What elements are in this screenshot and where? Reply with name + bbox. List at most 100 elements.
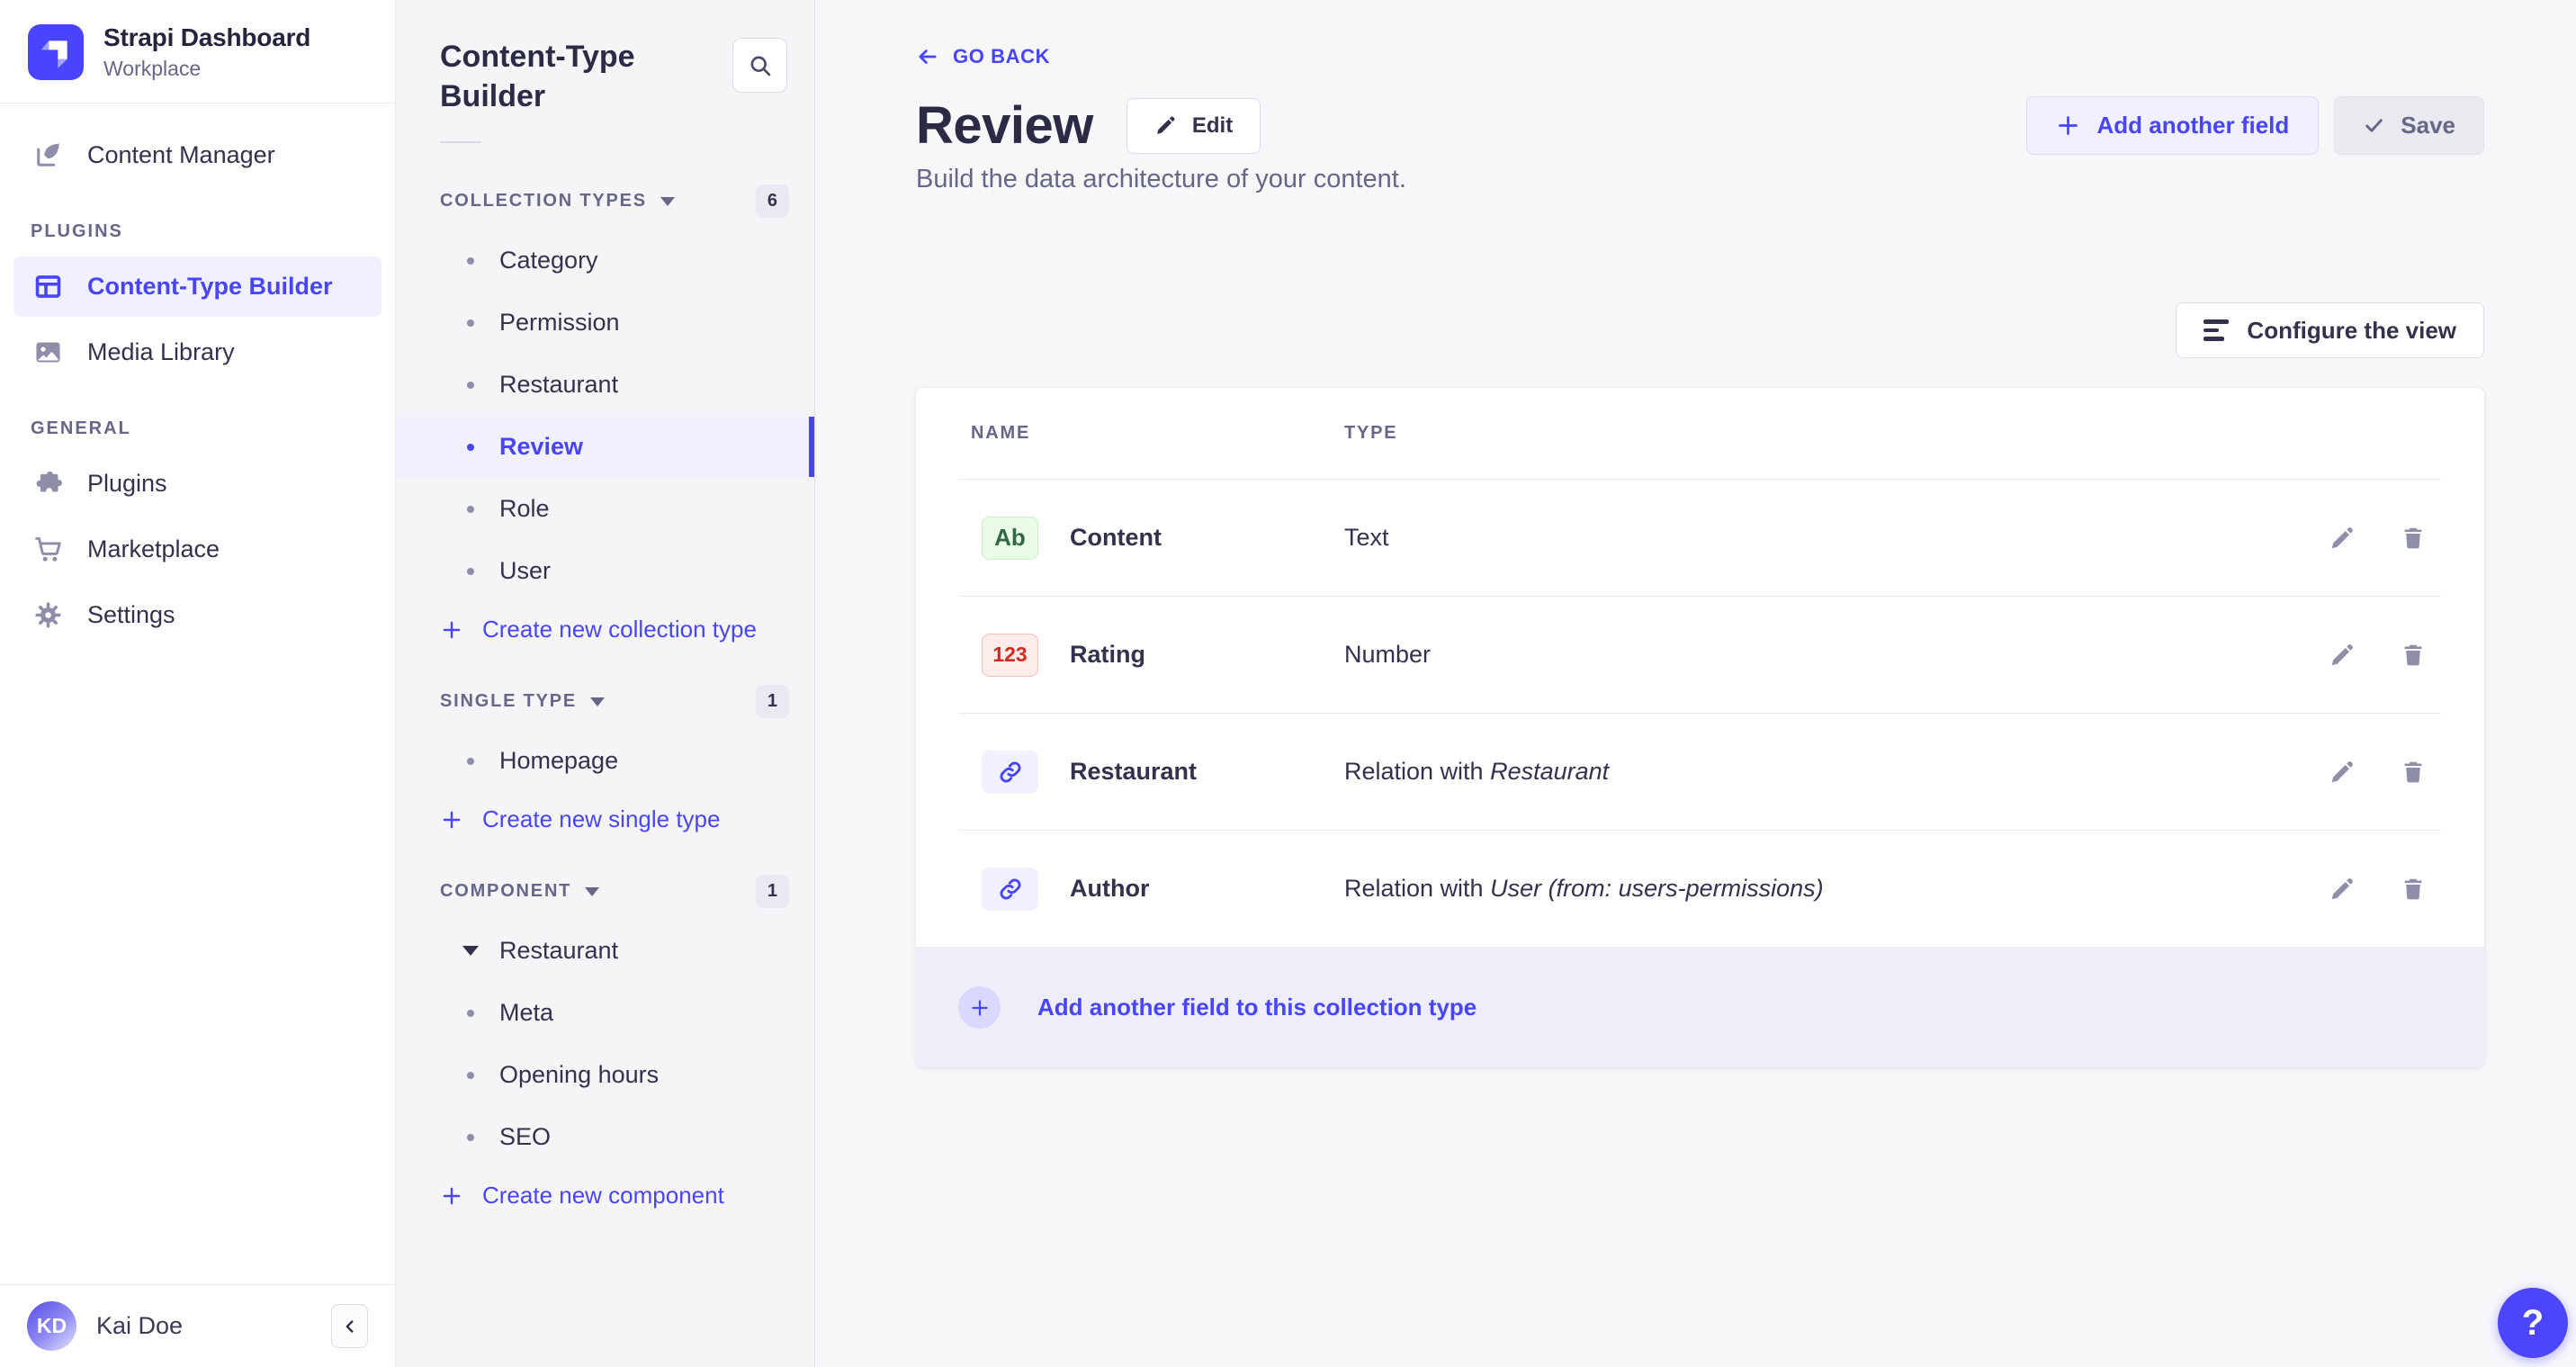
table-row[interactable]: 123 Rating Number bbox=[959, 596, 2441, 713]
column-header-name: NAME bbox=[959, 423, 1344, 444]
save-button[interactable]: Save bbox=[2334, 96, 2484, 155]
collection-item-role[interactable]: Role bbox=[396, 479, 814, 539]
collection-item-user[interactable]: User bbox=[396, 541, 814, 601]
configure-label: Configure the view bbox=[2247, 317, 2456, 345]
item-label: Opening hours bbox=[499, 1061, 659, 1089]
chevron-left-icon bbox=[340, 1317, 360, 1336]
fields-table-card: NAME TYPE Ab Content Text 123 Rating Num… bbox=[916, 388, 2484, 1067]
page-subtitle: Build the data architecture of your cont… bbox=[916, 165, 2484, 194]
search-icon bbox=[748, 53, 773, 78]
create-new-component-link[interactable]: Create new component bbox=[396, 1182, 814, 1210]
edit-field-button[interactable] bbox=[2328, 641, 2356, 670]
field-name: Author bbox=[1070, 875, 1149, 903]
go-back-link[interactable]: GO BACK bbox=[916, 45, 1050, 68]
component-item-seo[interactable]: SEO bbox=[396, 1107, 814, 1167]
collection-item-category[interactable]: Category bbox=[396, 230, 814, 291]
plus-circle-icon bbox=[958, 986, 1001, 1029]
add-another-field-button[interactable]: Add another field bbox=[2026, 96, 2319, 155]
edit-field-button[interactable] bbox=[2328, 875, 2356, 904]
delete-field-button[interactable] bbox=[2399, 758, 2428, 787]
link-label: Create new component bbox=[482, 1182, 724, 1210]
edit-field-button[interactable] bbox=[2328, 758, 2356, 787]
create-new-single-type-link[interactable]: Create new single type bbox=[396, 805, 814, 833]
add-field-footer-label: Add another field to this collection typ… bbox=[1037, 994, 1476, 1021]
configure-row: Configure the view bbox=[916, 302, 2484, 358]
component-item-opening-hours[interactable]: Opening hours bbox=[396, 1045, 814, 1105]
chevron-down-icon bbox=[585, 887, 599, 896]
text-field-badge: Ab bbox=[982, 517, 1038, 560]
collapse-sidebar-button[interactable] bbox=[331, 1304, 368, 1348]
field-type: Relation with bbox=[1344, 758, 1490, 785]
column-header-type: TYPE bbox=[1344, 423, 1397, 444]
sidebar-item-media-library[interactable]: Media Library bbox=[13, 322, 381, 382]
collection-types-section-header[interactable]: COLLECTION TYPES 6 bbox=[396, 184, 814, 218]
avatar[interactable]: KD bbox=[27, 1301, 76, 1351]
pencil-icon bbox=[1154, 114, 1177, 137]
field-name-cell: Author bbox=[959, 868, 1344, 911]
section-label: COMPONENT bbox=[440, 881, 571, 902]
bullet-icon bbox=[467, 568, 474, 575]
field-type: Number bbox=[1344, 641, 1431, 668]
table-row[interactable]: Ab Content Text bbox=[959, 479, 2441, 596]
field-type: Text bbox=[1344, 524, 1389, 551]
brand: Strapi Dashboard Workplace bbox=[0, 0, 395, 103]
sidebar-item-marketplace[interactable]: Marketplace bbox=[13, 519, 381, 580]
sidebar-item-content-manager[interactable]: Content Manager bbox=[13, 125, 381, 185]
sidebar-footer: KD Kai Doe bbox=[0, 1284, 395, 1367]
panel-title: Content-Type Builder bbox=[440, 38, 701, 116]
table-row[interactable]: Restaurant Relation with Restaurant bbox=[959, 713, 2441, 830]
sidebar-item-content-type-builder[interactable]: Content-Type Builder bbox=[13, 256, 381, 317]
delete-field-button[interactable] bbox=[2399, 524, 2428, 553]
item-label: Role bbox=[499, 495, 550, 523]
component-item-meta[interactable]: Meta bbox=[396, 983, 814, 1043]
single-type-item-homepage[interactable]: Homepage bbox=[396, 731, 814, 791]
help-button[interactable]: ? bbox=[2498, 1288, 2568, 1358]
collection-item-review[interactable]: Review bbox=[396, 417, 814, 477]
bullet-icon bbox=[467, 444, 474, 451]
pencil-icon bbox=[2329, 759, 2356, 786]
field-type-detail: User (from: users-permissions) bbox=[1490, 875, 1824, 902]
item-label: SEO bbox=[499, 1123, 551, 1151]
single-type-section-header[interactable]: SINGLE TYPE 1 bbox=[396, 685, 814, 718]
item-label: Restaurant bbox=[499, 371, 618, 399]
create-new-collection-type-link[interactable]: Create new collection type bbox=[396, 616, 814, 643]
collection-item-restaurant[interactable]: Restaurant bbox=[396, 355, 814, 415]
sidebar: Strapi Dashboard Workplace Content Manag… bbox=[0, 0, 396, 1367]
configure-the-view-button[interactable]: Configure the view bbox=[2176, 302, 2484, 358]
pencil-icon bbox=[2329, 525, 2356, 552]
component-item-restaurant[interactable]: Restaurant bbox=[396, 921, 814, 981]
sidebar-item-label: Content Manager bbox=[87, 141, 275, 169]
collection-item-permission[interactable]: Permission bbox=[396, 292, 814, 353]
sidebar-section-plugins: PLUGINS bbox=[31, 221, 364, 242]
plus-icon bbox=[440, 618, 463, 642]
brand-text: Strapi Dashboard Workplace bbox=[103, 23, 310, 81]
row-actions bbox=[2328, 524, 2441, 553]
edit-field-button[interactable] bbox=[2328, 524, 2356, 553]
plus-icon bbox=[440, 1184, 463, 1208]
link-label: Create new single type bbox=[482, 805, 720, 833]
delete-field-button[interactable] bbox=[2399, 875, 2428, 904]
field-type-cell: Relation with Restaurant bbox=[1344, 758, 2328, 786]
sidebar-item-settings[interactable]: Settings bbox=[13, 585, 381, 645]
trash-icon bbox=[2400, 642, 2427, 669]
item-label: Category bbox=[499, 247, 598, 274]
caret-down-icon bbox=[462, 946, 479, 956]
component-section-header[interactable]: COMPONENT 1 bbox=[396, 875, 814, 908]
layout-lines-icon bbox=[2204, 319, 2229, 341]
content-type-builder-panel: Content-Type Builder COLLECTION TYPES 6 … bbox=[396, 0, 815, 1367]
table-row[interactable]: Author Relation with User (from: users-p… bbox=[959, 830, 2441, 947]
header-actions: Add another field Save bbox=[2026, 96, 2484, 155]
number-field-badge: 123 bbox=[982, 634, 1038, 677]
sidebar-item-plugins[interactable]: Plugins bbox=[13, 454, 381, 514]
edit-button[interactable]: Edit bbox=[1126, 98, 1261, 154]
count-badge: 1 bbox=[756, 875, 789, 908]
content-type-builder-icon bbox=[31, 270, 65, 304]
plus-icon bbox=[2056, 113, 2080, 138]
add-field-to-collection-button[interactable]: Add another field to this collection typ… bbox=[916, 947, 2484, 1067]
search-button[interactable] bbox=[732, 38, 787, 93]
title-row: Review Edit Add another field Save bbox=[916, 95, 2484, 156]
puzzle-icon bbox=[31, 467, 65, 501]
plus-icon bbox=[440, 808, 463, 832]
delete-field-button[interactable] bbox=[2399, 641, 2428, 670]
relation-field-badge bbox=[982, 751, 1038, 794]
